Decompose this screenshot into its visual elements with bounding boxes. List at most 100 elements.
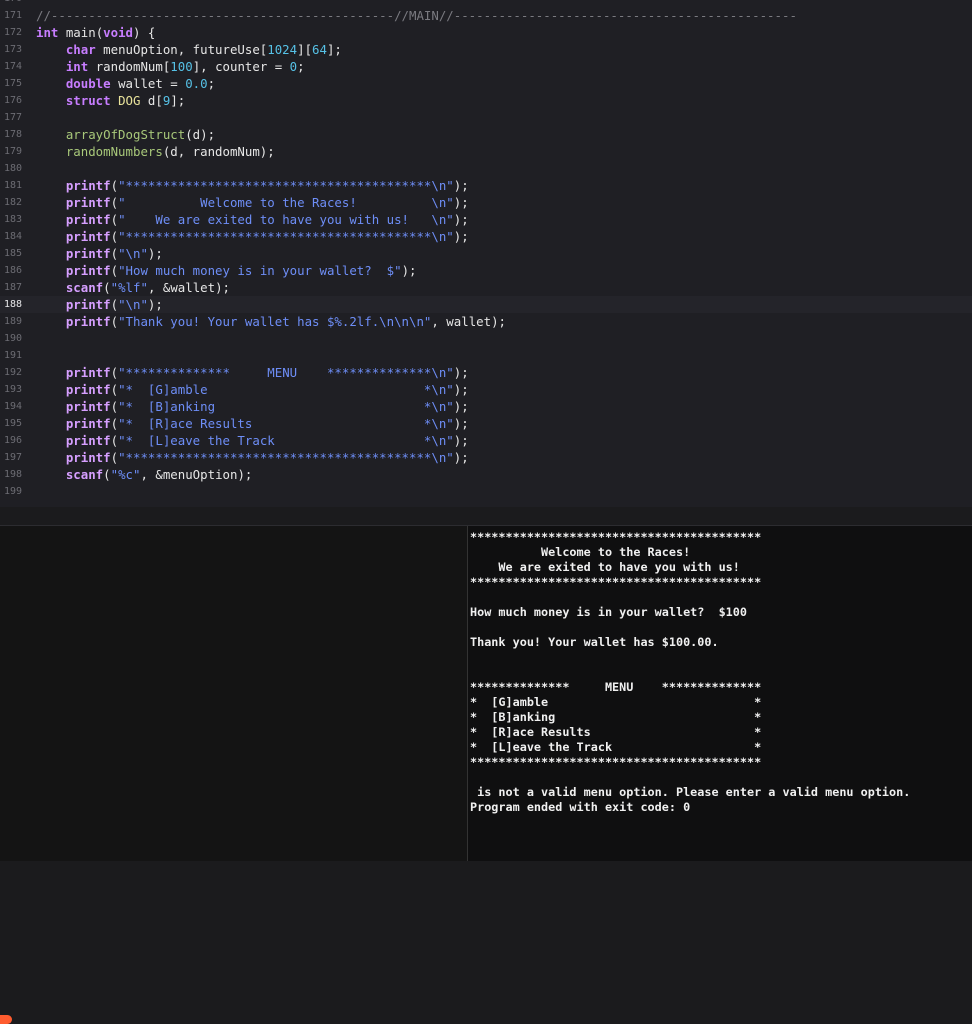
line-number: 176: [3, 95, 22, 106]
line-number: 178: [3, 129, 22, 140]
line-number: 194: [3, 401, 22, 412]
code-text[interactable]: printf("Thank you! Your wallet has $%.2l…: [36, 313, 506, 330]
console-line: * [R]ace Results *: [470, 725, 762, 739]
console-line: Welcome to the Races!: [470, 545, 691, 559]
console-line: Program ended with exit code: 0: [470, 800, 691, 814]
code-text[interactable]: printf("************** MENU ************…: [36, 364, 469, 381]
line-number: 195: [3, 418, 22, 429]
line-number: 191: [3, 350, 22, 361]
code-line[interactable]: 188 printf("\n");: [0, 296, 972, 313]
code-line[interactable]: 185 printf("\n");: [0, 245, 972, 262]
console-output[interactable]: ****************************************…: [468, 526, 972, 861]
line-number: 193: [3, 384, 22, 395]
console-line: We are exited to have you with us!: [470, 560, 740, 574]
code-line[interactable]: 197 printf("****************************…: [0, 449, 972, 466]
code-text[interactable]: printf("* [L]eave the Track *\n");: [36, 432, 469, 449]
code-line[interactable]: 178 arrayOfDogStruct(d);: [0, 126, 972, 143]
line-number: 183: [3, 214, 22, 225]
code-line[interactable]: 191: [0, 347, 972, 364]
code-text[interactable]: scanf("%lf", &wallet);: [36, 279, 230, 296]
code-line[interactable]: 195 printf("* [R]ace Results *\n");: [0, 415, 972, 432]
code-line[interactable]: 177: [0, 109, 972, 126]
line-number: 173: [3, 44, 22, 55]
line-number: 190: [3, 333, 22, 344]
line-number: 175: [3, 78, 22, 89]
code-line[interactable]: 181 printf("****************************…: [0, 177, 972, 194]
line-number: 177: [3, 112, 22, 123]
code-line[interactable]: 192 printf("************** MENU ********…: [0, 364, 972, 381]
console-line: ****************************************…: [470, 755, 762, 769]
code-line[interactable]: 186 printf("How much money is in your wa…: [0, 262, 972, 279]
console-line: * [G]amble *: [470, 695, 762, 709]
code-text[interactable]: printf("********************************…: [36, 228, 469, 245]
code-line[interactable]: 172 int main(void) {: [0, 24, 972, 41]
line-number: 179: [3, 146, 22, 157]
code-line[interactable]: 183 printf(" We are exited to have you w…: [0, 211, 972, 228]
line-number: 189: [3, 316, 22, 327]
line-number: 196: [3, 435, 22, 446]
line-number: 174: [3, 61, 22, 72]
error-marker-icon[interactable]: [0, 1015, 12, 1024]
line-number: 197: [3, 452, 22, 463]
code-line[interactable]: 176 struct DOG d[9];: [0, 92, 972, 109]
code-text[interactable]: printf("* [G]amble *\n");: [36, 381, 469, 398]
code-line[interactable]: 174 int randomNum[100], counter = 0;: [0, 58, 972, 75]
console-line: ************** MENU **************: [470, 680, 762, 694]
console-line: * [L]eave the Track *: [470, 740, 762, 754]
code-line[interactable]: 199: [0, 483, 972, 500]
code-text[interactable]: arrayOfDogStruct(d);: [36, 126, 215, 143]
code-line[interactable]: 182 printf(" Welcome to the Races! \n");: [0, 194, 972, 211]
code-text[interactable]: scanf("%c", &menuOption);: [36, 466, 253, 483]
line-number: 180: [3, 163, 22, 174]
console-line: ****************************************…: [470, 530, 762, 544]
code-line[interactable]: 175 double wallet = 0.0;: [0, 75, 972, 92]
code-text[interactable]: printf(" Welcome to the Races! \n");: [36, 194, 469, 211]
code-line[interactable]: 179 randomNumbers(d, randomNum);: [0, 143, 972, 160]
code-line[interactable]: 189 printf("Thank you! Your wallet has $…: [0, 313, 972, 330]
code-text[interactable]: printf("\n");: [36, 245, 163, 262]
line-number: 187: [3, 282, 22, 293]
code-line[interactable]: 194 printf("* [B]anking *\n");: [0, 398, 972, 415]
line-number: 185: [3, 248, 22, 259]
line-number: 182: [3, 197, 22, 208]
code-line[interactable]: 180: [0, 160, 972, 177]
variables-view[interactable]: [0, 526, 468, 861]
line-number: 172: [3, 27, 22, 38]
line-number: 184: [3, 231, 22, 242]
code-line[interactable]: 193 printf("* [G]amble *\n");: [0, 381, 972, 398]
console-line: ****************************************…: [470, 575, 762, 589]
code-text[interactable]: randomNumbers(d, randomNum);: [36, 143, 275, 160]
code-text[interactable]: double wallet = 0.0;: [36, 75, 215, 92]
line-number: 171: [3, 10, 22, 21]
code-line[interactable]: 198 scanf("%c", &menuOption);: [0, 466, 972, 483]
code-editor[interactable]: 170 171 //--------------------------------…: [0, 0, 972, 507]
line-number: 181: [3, 180, 22, 191]
console-line: is not a valid menu option. Please enter…: [470, 785, 911, 799]
code-line[interactable]: 196 printf("* [L]eave the Track *\n");: [0, 432, 972, 449]
code-line[interactable]: 190: [0, 330, 972, 347]
code-text[interactable]: struct DOG d[9];: [36, 92, 185, 109]
code-text[interactable]: //--------------------------------------…: [36, 7, 797, 24]
code-line[interactable]: 171 //-----------------------------------…: [0, 7, 972, 24]
code-text[interactable]: int main(void) {: [36, 24, 155, 41]
line-number: 170: [0, 0, 22, 7]
code-text[interactable]: printf(" We are exited to have you with …: [36, 211, 469, 228]
code-line[interactable]: 173 char menuOption, futureUse[1024][64]…: [0, 41, 972, 58]
code-line[interactable]: 170: [0, 0, 972, 7]
console-line: * [B]anking *: [470, 710, 762, 724]
code-text[interactable]: printf("\n");: [36, 296, 163, 313]
code-text[interactable]: printf("********************************…: [36, 449, 469, 466]
debug-bar-divider[interactable]: [0, 507, 972, 1024]
code-text[interactable]: printf("* [B]anking *\n");: [36, 398, 469, 415]
code-text[interactable]: char menuOption, futureUse[1024][64];: [36, 41, 342, 58]
code-text[interactable]: int randomNum[100], counter = 0;: [36, 58, 305, 75]
line-number: 199: [3, 486, 22, 497]
code-text[interactable]: printf("********************************…: [36, 177, 469, 194]
console-line: Thank you! Your wallet has $100.00.: [470, 635, 719, 649]
code-line[interactable]: 184 printf("****************************…: [0, 228, 972, 245]
line-number: 198: [3, 469, 22, 480]
code-text[interactable]: printf("How much money is in your wallet…: [36, 262, 417, 279]
code-line[interactable]: 187 scanf("%lf", &wallet);: [0, 279, 972, 296]
console-line: How much money is in your wallet? $100: [470, 605, 747, 619]
code-text[interactable]: printf("* [R]ace Results *\n");: [36, 415, 469, 432]
